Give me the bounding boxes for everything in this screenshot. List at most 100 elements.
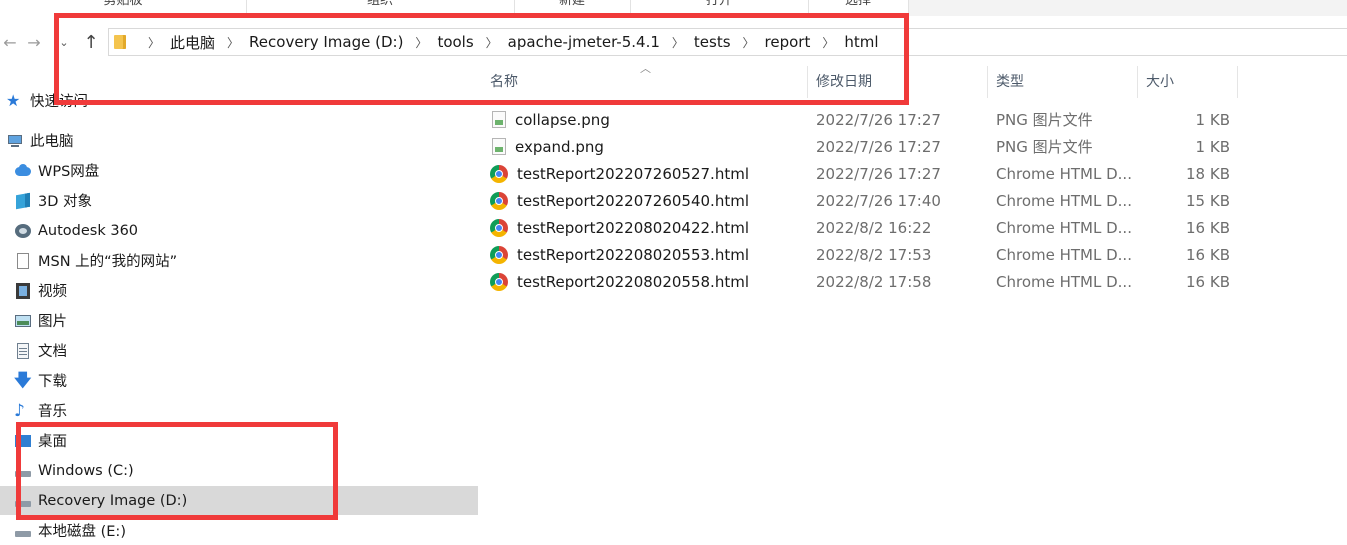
folder-icon [114, 35, 126, 49]
chevron-right-icon: 〉 [822, 35, 835, 50]
file-date: 2022/7/26 17:27 [816, 137, 941, 156]
nav-item-drive-d[interactable]: Recovery Image (D:) [0, 486, 478, 515]
file-size: 18 KB [1186, 164, 1230, 183]
column-header-label: 修改日期 [816, 74, 872, 90]
nav-item-music[interactable]: ♪ 音乐 [0, 396, 478, 425]
file-name: testReport202208020553.html [517, 245, 749, 264]
drive-icon [14, 462, 32, 480]
breadcrumb-item[interactable]: 〉 apache-jmeter-5.4.1 [474, 33, 660, 51]
nav-item-drive-e[interactable]: 本地磁盘 (E:) [0, 516, 478, 545]
column-header-label: 类型 [996, 74, 1024, 90]
file-name: testReport202207260540.html [517, 191, 749, 210]
file-row[interactable]: collapse.png 2022/7/26 17:27 PNG 图片文件 1 … [488, 106, 1248, 133]
breadcrumb-item[interactable]: 〉此电脑 [136, 32, 215, 53]
desktop-icon [14, 432, 32, 450]
column-header-type[interactable]: 类型 [988, 66, 1138, 98]
nav-item-wps-cloud[interactable]: WPS网盘 [0, 156, 478, 185]
file-row[interactable]: testReport202208020553.html 2022/8/2 17:… [488, 241, 1248, 268]
breadcrumb-item[interactable]: 〉 Recovery Image (D:) [215, 33, 403, 51]
nav-item-documents[interactable]: 文档 [0, 336, 478, 365]
breadcrumb-label: html [844, 33, 879, 51]
file-name: testReport202207260527.html [517, 164, 749, 183]
file-row[interactable]: testReport202207260527.html 2022/7/26 17… [488, 160, 1248, 187]
nav-item-this-pc[interactable]: 此电脑 [0, 126, 470, 155]
nav-item-label: 文档 [38, 344, 67, 360]
nav-item-label: 本地磁盘 (E:) [38, 524, 126, 540]
file-name-cell: testReport202208020553.html [490, 241, 749, 268]
file-name: testReport202208020558.html [517, 272, 749, 291]
nav-item-label: MSN 上的“我的网站” [38, 254, 178, 270]
up-button[interactable]: ↑ [80, 24, 102, 60]
page-icon [14, 252, 32, 270]
nav-item-pictures[interactable]: 图片 [0, 306, 478, 335]
breadcrumb-item[interactable]: 〉 report [731, 33, 811, 51]
chevron-right-icon: 〉 [671, 35, 684, 50]
file-row[interactable]: testReport202208020558.html 2022/8/2 17:… [488, 268, 1248, 295]
up-arrow-icon: ↑ [83, 31, 99, 53]
nav-item-desktop[interactable]: 桌面 [0, 426, 478, 455]
nav-item-label: Windows (C:) [38, 462, 134, 479]
png-file-icon [492, 111, 506, 128]
back-button[interactable]: ← [0, 24, 20, 60]
file-date: 2022/7/26 17:27 [816, 110, 941, 129]
chrome-icon [490, 245, 508, 264]
file-row[interactable]: testReport202208020422.html 2022/8/2 16:… [488, 214, 1248, 241]
file-size: 16 KB [1186, 218, 1230, 237]
star-icon: ★ [6, 90, 21, 110]
breadcrumb-item[interactable]: 〉 html [810, 33, 878, 51]
breadcrumb-item[interactable]: 〉 tools [403, 33, 473, 51]
nav-item-drive-c[interactable]: Windows (C:) [0, 456, 478, 485]
ribbon-group-label: 打开 [705, 0, 732, 8]
file-type: Chrome HTML D... [996, 245, 1132, 264]
chevron-right-icon: 〉 [227, 35, 240, 50]
nav-item-videos[interactable]: 视频 [0, 276, 478, 305]
nav-item-label: 音乐 [38, 404, 67, 420]
ribbon-group-open: 打开 [630, 0, 809, 16]
forward-button[interactable]: → [22, 24, 46, 60]
column-header-name[interactable]: 名称 [478, 66, 808, 98]
nav-item-autodesk-360[interactable]: Autodesk 360 [0, 216, 478, 245]
recent-locations-button[interactable]: ⌄ [54, 24, 74, 60]
file-type: Chrome HTML D... [996, 164, 1132, 183]
file-row[interactable]: testReport202207260540.html 2022/7/26 17… [488, 187, 1248, 214]
nav-item-3d-objects[interactable]: 3D 对象 [0, 186, 478, 215]
chevron-right-icon: 〉 [415, 35, 428, 50]
chrome-icon [490, 191, 508, 210]
document-icon [14, 342, 32, 360]
nav-item-msn-sites[interactable]: MSN 上的“我的网站” [0, 246, 478, 275]
file-name: expand.png [515, 137, 604, 156]
ribbon-groups: 剪贴板 组织 新建 打开 选择 [0, 0, 1347, 16]
file-name-cell: testReport202208020422.html [490, 214, 749, 241]
breadcrumb-label: tests [693, 33, 731, 51]
column-divider[interactable] [1237, 66, 1238, 98]
file-date: 2022/8/2 17:58 [816, 272, 932, 291]
chrome-icon [490, 218, 508, 237]
file-type: Chrome HTML D... [996, 218, 1132, 237]
column-header-size[interactable]: 大小 [1138, 66, 1238, 98]
ribbon-group-label: 组织 [366, 0, 393, 8]
nav-item-label: WPS网盘 [38, 164, 100, 180]
nav-item-label: 此电脑 [30, 134, 74, 150]
cloud-icon [14, 162, 32, 180]
ribbon-empty-area [909, 0, 1347, 16]
breadcrumb-label: tools [437, 33, 474, 51]
nav-item-label: 桌面 [38, 434, 67, 450]
address-bar[interactable]: 〉此电脑 〉 Recovery Image (D:) 〉 tools 〉 apache… [108, 28, 1347, 56]
chevron-right-icon: 〉 [485, 35, 498, 50]
breadcrumb-label: Recovery Image (D:) [249, 33, 404, 51]
file-size: 15 KB [1186, 191, 1230, 210]
nav-item-quick-access[interactable]: ★ 快速访问 [0, 86, 470, 115]
file-row[interactable]: expand.png 2022/7/26 17:27 PNG 图片文件 1 KB [488, 133, 1248, 160]
breadcrumb-item[interactable]: 〉 tests [660, 33, 731, 51]
drive-icon [14, 522, 32, 540]
ribbon-group-clipboard: 剪贴板 [0, 0, 247, 16]
chevron-down-icon: ⌄ [59, 35, 69, 49]
back-arrow-icon: ← [3, 32, 17, 52]
nav-item-downloads[interactable]: 🡇 下载 [0, 366, 478, 395]
nav-item-label: 3D 对象 [38, 194, 92, 210]
file-size: 1 KB [1195, 110, 1230, 129]
column-header-date[interactable]: 修改日期 [808, 66, 988, 98]
file-name-cell: expand.png [490, 133, 604, 160]
ribbon-group-organize: 组织 [246, 0, 515, 16]
chrome-icon [490, 164, 508, 183]
